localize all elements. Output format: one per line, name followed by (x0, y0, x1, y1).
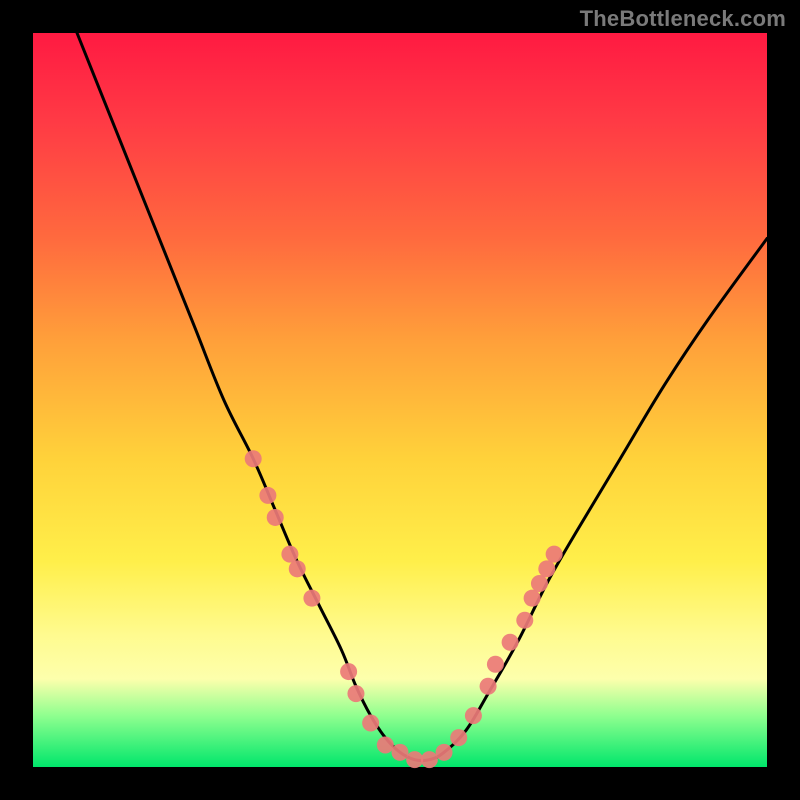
chart-svg (33, 33, 767, 767)
marker-dot (392, 744, 409, 761)
bottleneck-curve (77, 33, 767, 761)
marker-dot (289, 560, 306, 577)
marker-dot (245, 450, 262, 467)
marker-dot (502, 634, 519, 651)
watermark-text: TheBottleneck.com (580, 6, 786, 32)
marker-dot (362, 714, 379, 731)
marker-dot (516, 612, 533, 629)
marker-dot (267, 509, 284, 526)
marker-dot (259, 487, 276, 504)
curve-path (77, 33, 767, 761)
marker-dot (546, 546, 563, 563)
chart-frame: TheBottleneck.com (0, 0, 800, 800)
marker-dot (450, 729, 467, 746)
marker-dot (436, 744, 453, 761)
marker-dot (480, 678, 497, 695)
highlighted-points (245, 450, 563, 768)
marker-dot (538, 560, 555, 577)
marker-dot (340, 663, 357, 680)
marker-dot (347, 685, 364, 702)
marker-dot (281, 546, 298, 563)
marker-dot (487, 656, 504, 673)
marker-dot (524, 590, 541, 607)
marker-dot (303, 590, 320, 607)
marker-dot (531, 575, 548, 592)
plot-area (33, 33, 767, 767)
marker-dot (465, 707, 482, 724)
marker-dot (406, 751, 423, 768)
marker-dot (377, 736, 394, 753)
marker-dot (421, 751, 438, 768)
